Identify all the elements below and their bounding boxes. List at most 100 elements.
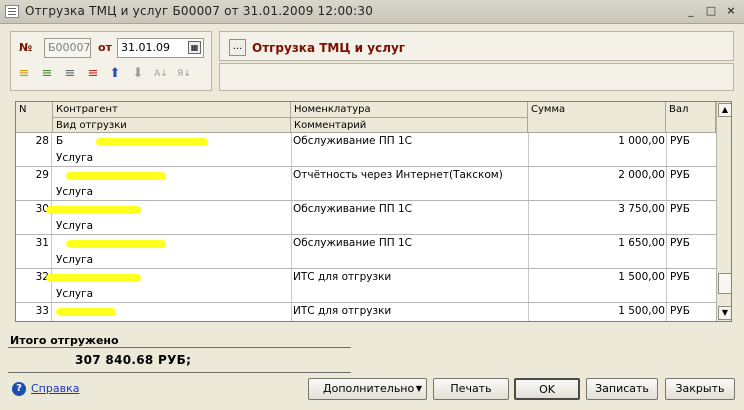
grid-line [666,269,667,302]
cell-summa: 1 000,00 [618,135,665,147]
cell-val: РУБ [670,203,690,215]
scroll-thumb[interactable] [718,273,731,294]
totals-label: Итого отгружено [10,334,119,347]
totals-value: 307 840.68 РУБ; [75,353,192,367]
vertical-scrollbar[interactable]: ▲ ▼ [716,102,731,321]
cell-n: 29 [35,169,49,181]
cell-val: РУБ [670,169,690,181]
col-header-comment[interactable]: Комментарий [291,118,528,133]
doc-type-label: Отгрузка ТМЦ и услуг [252,41,406,55]
col-header-summa[interactable]: Сумма [528,102,666,133]
cell-val: РУБ [670,271,690,283]
close-window-button[interactable]: × [722,3,740,20]
cell-summa: 1 500,00 [618,271,665,283]
col-header-vid[interactable]: Вид отгрузки [53,118,291,133]
cell-vid: Услуга [56,152,94,164]
cell-summa: 1 500,00 [618,305,665,317]
table-row[interactable]: 33 ИТС для отгрузки 1 500,00 РУБ [16,303,716,321]
grid-line [666,303,667,321]
redaction-highlight [66,240,166,248]
goods-table[interactable]: N Контрагент Вид отгрузки Номенклатура К… [15,101,732,322]
move-up-icon[interactable]: ⬆ [107,66,123,82]
cell-summa: 2 000,00 [618,169,665,181]
help-icon[interactable]: ? [12,382,26,396]
grid-line [51,303,52,321]
cell-val: РУБ [670,135,690,147]
table-row[interactable]: 28 Б Услуга Обслуживание ПП 1С 1 000,00 РУБ [16,133,716,167]
grid-line [528,303,529,321]
redaction-highlight [96,138,208,146]
close-button[interactable]: Закрыть [665,378,735,400]
redaction-highlight [46,206,141,214]
col-header-kontragent[interactable]: Контрагент [53,102,291,118]
save-button[interactable]: Записать [586,378,658,400]
window-title: Отгрузка ТМЦ и услуг Б00007 от 31.01.200… [25,4,374,18]
scroll-down-icon[interactable]: ▼ [718,306,731,320]
delete-row-icon[interactable]: ≡ [85,66,101,82]
number-field[interactable]: Б00007 [44,38,91,58]
date-value: 31.01.09 [121,41,170,54]
cell-nomenklatura: Обслуживание ПП 1С [293,237,412,249]
minimize-button[interactable]: _ [682,3,700,20]
grid-line [291,269,292,302]
doc-type-select-button[interactable]: ... [229,39,246,56]
grid-line [291,303,292,321]
redaction-highlight [46,274,141,282]
date-label: от [98,41,112,54]
grid-line [666,201,667,234]
grid-line [528,133,529,166]
sort-asc-icon[interactable]: A↓ [153,66,169,82]
col-header-val[interactable]: Вал [666,102,716,133]
dropdown-arrow-icon: ▼ [415,384,422,393]
redaction-highlight [56,308,116,316]
grid-line [666,167,667,200]
col-header-n[interactable]: N [16,102,53,133]
cell-nomenklatura: ИТС для отгрузки [293,271,392,283]
scroll-up-icon[interactable]: ▲ [718,103,731,117]
cell-val: РУБ [670,305,690,317]
cell-summa: 1 650,00 [618,237,665,249]
grid-line [666,235,667,268]
move-row-icon[interactable]: ≡ [62,66,78,82]
grid-line [291,133,292,166]
cell-n: 31 [35,237,49,249]
title-bar: Отгрузка ТМЦ и услуг Б00007 от 31.01.200… [0,0,744,24]
ok-button[interactable]: OK [514,378,580,400]
table-row[interactable]: 32 Услуга ИТС для отгрузки 1 500,00 РУБ [16,269,716,303]
date-field[interactable]: 31.01.09 ▦ [117,38,204,58]
grid-line [291,201,292,234]
grid-line [528,269,529,302]
move-down-icon[interactable]: ⬇ [130,66,146,82]
calendar-icon[interactable]: ▦ [188,41,201,54]
help-link[interactable]: Справка [31,382,79,395]
cell-nomenklatura: Обслуживание ПП 1С [293,203,412,215]
col-header-nomenklatura[interactable]: Номенклатура [291,102,528,118]
table-row[interactable]: 29 Услуга Отчётность через Интернет(Такско… [16,167,716,201]
maximize-button[interactable]: □ [702,3,720,20]
redaction-highlight [66,172,166,180]
cell-vid: Услуга [56,220,94,232]
print-button[interactable]: Печать [433,378,509,400]
grid-line [51,133,52,166]
more-actions-label: Дополнительно [323,382,415,395]
extra-panel [219,63,734,91]
add-row-icon[interactable]: ≡ [16,66,32,82]
grid-line [291,235,292,268]
cell-vid: Услуга [56,254,94,266]
cell-val: РУБ [670,237,690,249]
grid-line [291,167,292,200]
sort-desc-icon[interactable]: Я↓ [176,66,192,82]
add-group-icon[interactable]: ≡ [39,66,55,82]
cell-vid: Услуга [56,288,94,300]
more-actions-button[interactable]: Дополнительно ▼ [308,378,427,400]
grid-line [528,201,529,234]
grid-line [528,167,529,200]
cell-nomenklatura: ИТС для отгрузки [293,305,392,317]
cell-n: 28 [35,135,49,147]
grid-line [666,133,667,166]
table-row[interactable]: 31 Услуга Обслуживание ПП 1С 1 650,00 РУБ [16,235,716,269]
grid-line [51,235,52,268]
cell-n: 33 [35,305,49,317]
table-row[interactable]: 30 Услуга Обслуживание ПП 1С 3 750,00 РУБ [16,201,716,235]
number-label: № [19,41,33,54]
